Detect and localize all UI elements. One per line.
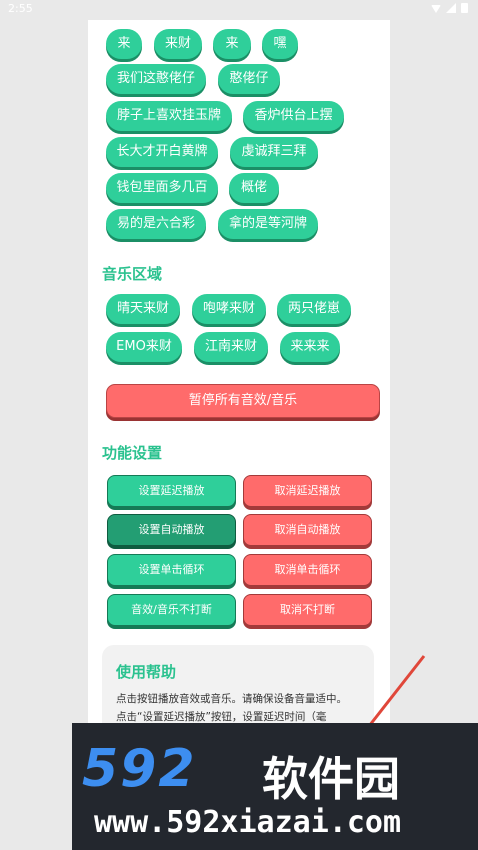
cancel-click-loop-button[interactable]: 取消单击循环 [243, 554, 372, 586]
sound-button[interactable]: 憨佬仔 [218, 64, 280, 94]
help-title: 使用帮助 [116, 663, 177, 681]
no-interrupt-button[interactable]: 音效/音乐不打断 [107, 594, 236, 626]
pause-all-button[interactable]: 暂停所有音效/音乐 [106, 384, 380, 418]
music-button[interactable]: 晴天来财 [106, 294, 180, 324]
status-icons [431, 3, 468, 13]
cancel-no-interrupt-button[interactable]: 取消不打断 [243, 594, 372, 626]
watermark-banner: 592 软件园 www.592xiazai.com [72, 723, 478, 850]
sound-button[interactable]: 虔诚拜三拜 [230, 137, 318, 167]
status-bar: 2:55 [0, 0, 478, 20]
help-text-line: 点击“设置延迟播放”按钮，设置延迟时间（毫 [116, 711, 327, 723]
sound-button[interactable]: 拿的是等河牌 [218, 209, 318, 239]
sound-button[interactable]: 香炉供台上摆 [243, 101, 344, 131]
sound-button[interactable]: 易的是六合彩 [106, 209, 206, 239]
sound-button[interactable]: 脖子上喜欢挂玉牌 [106, 101, 232, 131]
sound-button[interactable]: 嘿 [262, 29, 298, 59]
status-time: 2:55 [8, 2, 33, 15]
settings-section-title: 功能设置 [102, 444, 163, 462]
music-section-title: 音乐区域 [102, 265, 163, 283]
wifi-icon [431, 5, 441, 13]
set-click-loop-button[interactable]: 设置单击循环 [107, 554, 236, 586]
cancel-auto-play-button[interactable]: 取消自动播放 [243, 514, 372, 546]
sound-button[interactable]: 钱包里面多几百 [106, 173, 218, 203]
music-button[interactable]: 两只佬崽 [277, 294, 351, 324]
watermark-url: www.592xiazai.com [94, 805, 402, 840]
sound-button[interactable]: 我们这憨佬仔 [106, 64, 206, 94]
watermark-brand-number: 592 [82, 739, 197, 799]
set-auto-play-button[interactable]: 设置自动播放 [107, 514, 236, 546]
music-button[interactable]: EMO来财 [106, 332, 182, 362]
cancel-delay-play-button[interactable]: 取消延迟播放 [243, 475, 372, 507]
help-text-line: 点击按钮播放音效或音乐。请确保设备音量适中。 [116, 693, 347, 705]
sound-button[interactable]: 概佬 [229, 173, 279, 203]
battery-icon [461, 3, 468, 13]
annotation-arrow-icon [364, 655, 426, 731]
watermark-brand-name: 软件园 [262, 752, 400, 806]
sound-button[interactable]: 来财 [154, 29, 202, 59]
sound-button[interactable]: 长大才开白黄牌 [106, 137, 218, 167]
sound-button[interactable]: 来 [106, 29, 142, 59]
sound-button[interactable]: 来 [213, 29, 251, 59]
music-button[interactable]: 咆哮来财 [192, 294, 266, 324]
music-button[interactable]: 来来来 [280, 332, 340, 362]
set-delay-play-button[interactable]: 设置延迟播放 [107, 475, 236, 507]
signal-icon [446, 3, 456, 13]
music-button[interactable]: 江南来财 [194, 332, 268, 362]
